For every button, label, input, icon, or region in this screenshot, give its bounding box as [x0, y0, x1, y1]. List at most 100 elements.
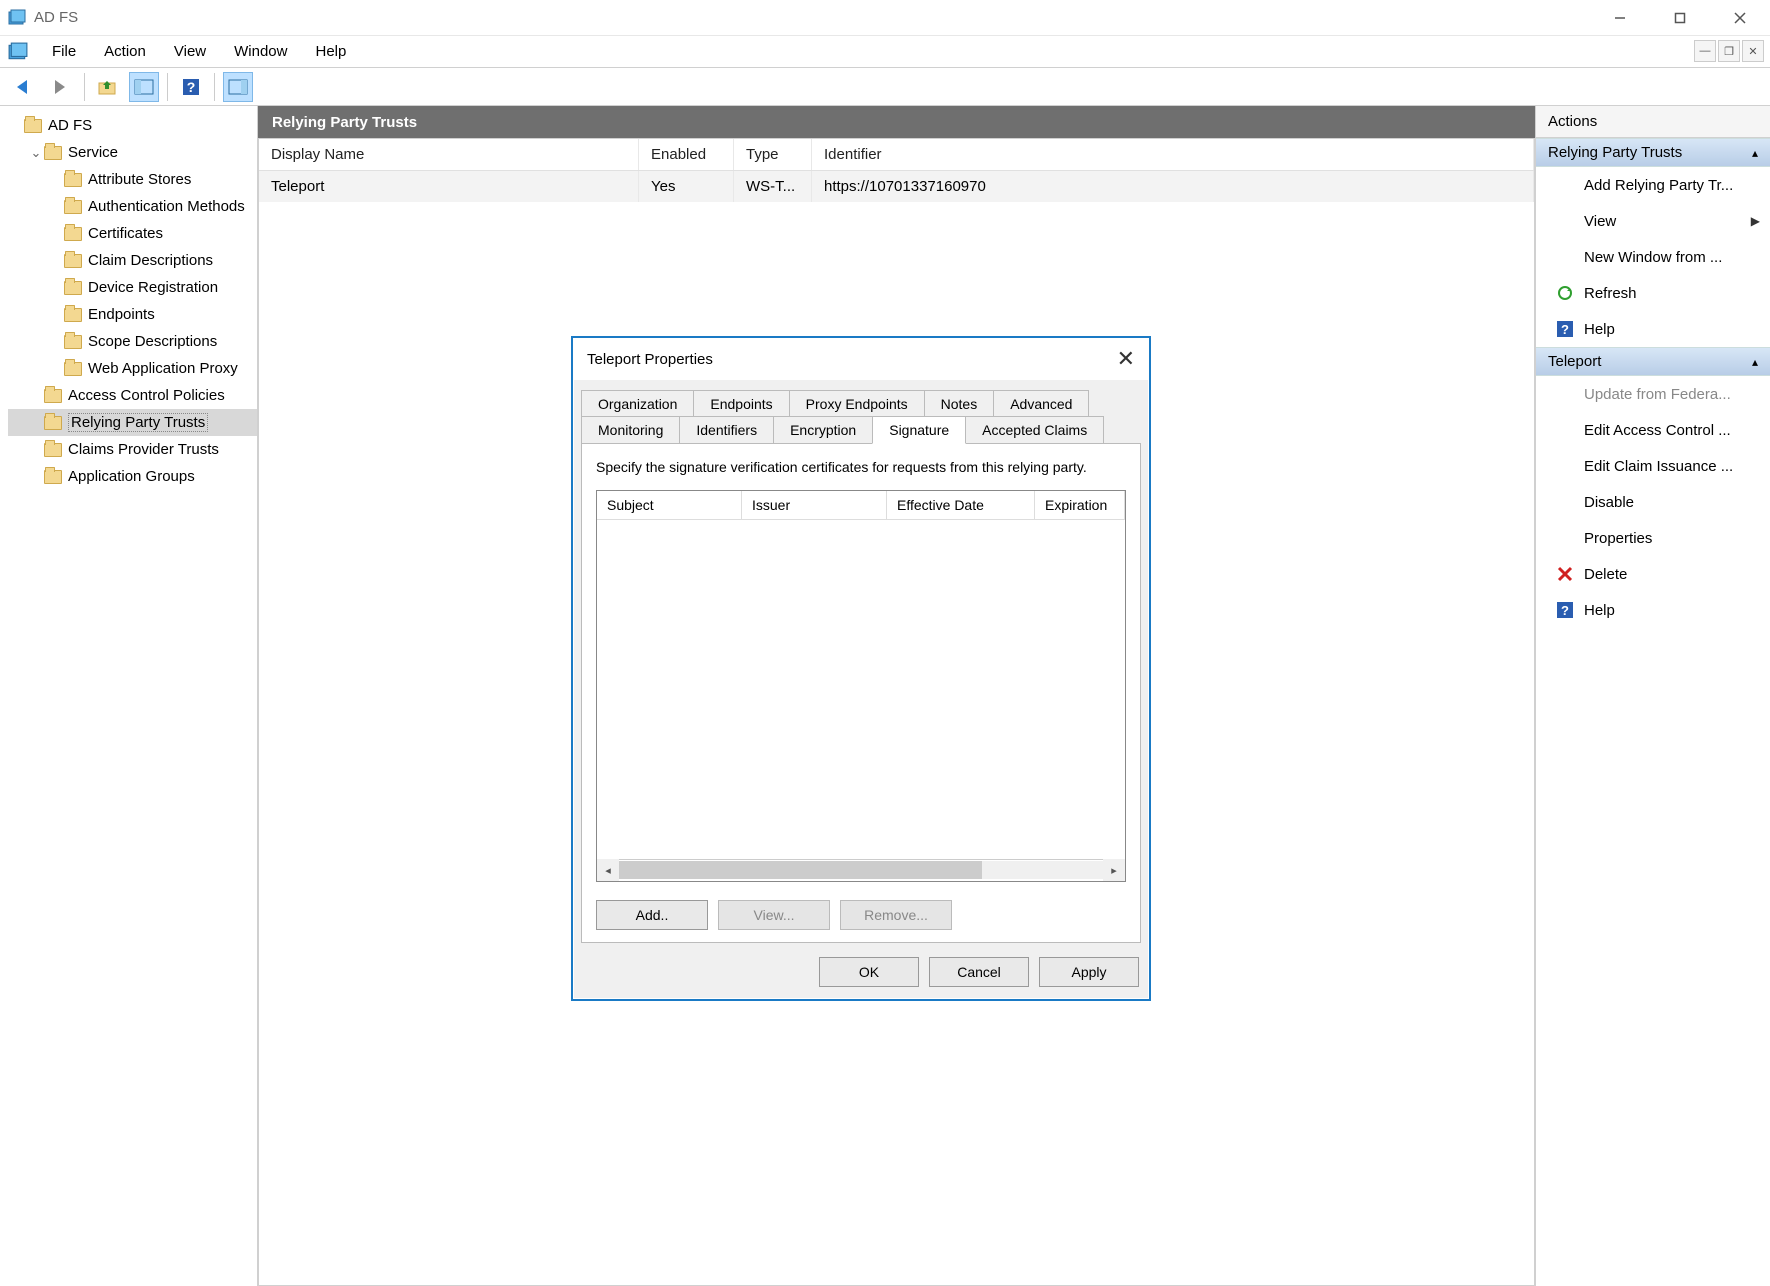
horizontal-scrollbar[interactable]: ◂ ▸	[597, 859, 1125, 881]
menu-view[interactable]: View	[160, 39, 220, 64]
col-display-name[interactable]: Display Name	[259, 139, 639, 170]
close-button[interactable]	[1710, 0, 1770, 36]
toolbar-separator	[84, 73, 85, 101]
add-cert-button[interactable]: Add..	[596, 900, 708, 930]
tree-item[interactable]: Endpoints	[8, 301, 257, 328]
action-refresh[interactable]: Refresh	[1536, 275, 1770, 311]
tree-item[interactable]: Authentication Methods	[8, 193, 257, 220]
help-button[interactable]: ?	[176, 72, 206, 102]
action-disable[interactable]: Disable	[1536, 484, 1770, 520]
maximize-button[interactable]	[1650, 0, 1710, 36]
action-edit-claim-issuance[interactable]: Edit Claim Issuance ...	[1536, 448, 1770, 484]
cell-identifier: https://10701337160970	[812, 171, 1534, 202]
svg-text:?: ?	[187, 79, 196, 95]
cell-type: WS-T...	[734, 171, 812, 202]
action-help[interactable]: ?Help	[1536, 311, 1770, 347]
tab-proxy-endpoints[interactable]: Proxy Endpoints	[789, 390, 925, 417]
collapse-icon: ▴	[1752, 146, 1758, 160]
scroll-left-button[interactable]: ◂	[597, 859, 619, 881]
folder-up-button[interactable]	[93, 72, 123, 102]
tree-label: Certificates	[88, 225, 163, 242]
action-properties[interactable]: Properties	[1536, 520, 1770, 556]
tab-notes[interactable]: Notes	[924, 390, 995, 417]
tree-label: Claim Descriptions	[88, 252, 213, 269]
tree-service[interactable]: ⌄Service	[8, 139, 257, 166]
scroll-thumb[interactable]	[619, 861, 982, 879]
forward-button[interactable]	[46, 72, 76, 102]
help-icon: ?	[1556, 320, 1574, 338]
back-button[interactable]	[10, 72, 40, 102]
col-expiration[interactable]: Expiration	[1035, 491, 1125, 519]
show-hide-tree-button[interactable]	[129, 72, 159, 102]
tab-identifiers[interactable]: Identifiers	[679, 416, 774, 443]
apply-button[interactable]: Apply	[1039, 957, 1139, 987]
menu-file[interactable]: File	[38, 39, 90, 64]
tree-label: Attribute Stores	[88, 171, 191, 188]
window-title: AD FS	[34, 9, 78, 26]
scroll-right-button[interactable]: ▸	[1103, 859, 1125, 881]
tree-label: Scope Descriptions	[88, 333, 217, 350]
tab-encryption[interactable]: Encryption	[773, 416, 873, 443]
mdi-restore-button[interactable]: ❐	[1718, 40, 1740, 62]
view-cert-button[interactable]: View...	[718, 900, 830, 930]
action-edit-access-control[interactable]: Edit Access Control ...	[1536, 412, 1770, 448]
actions-title: Actions	[1536, 106, 1770, 138]
tab-signature[interactable]: Signature	[872, 416, 966, 444]
tree-item[interactable]: Application Groups	[8, 463, 257, 490]
menubar: File Action View Window Help — ❐ ✕	[0, 36, 1770, 68]
tree-item[interactable]: Claims Provider Trusts	[8, 436, 257, 463]
tab-endpoints[interactable]: Endpoints	[693, 390, 789, 417]
tab-advanced[interactable]: Advanced	[993, 390, 1089, 417]
certificates-body	[597, 520, 1125, 859]
adfs-app-icon	[8, 42, 28, 62]
col-issuer[interactable]: Issuer	[742, 491, 887, 519]
svg-text:?: ?	[1561, 322, 1569, 337]
tree-item-relying-party-trusts[interactable]: Relying Party Trusts	[8, 409, 257, 436]
tab-accepted-claims[interactable]: Accepted Claims	[965, 416, 1104, 443]
tree-item[interactable]: Web Application Proxy	[8, 355, 257, 382]
col-enabled[interactable]: Enabled	[639, 139, 734, 170]
properties-dialog: Teleport Properties ✕ Organization Endpo…	[571, 336, 1151, 1001]
tree-label: AD FS	[48, 117, 92, 134]
menu-action[interactable]: Action	[90, 39, 160, 64]
col-type[interactable]: Type	[734, 139, 812, 170]
svg-text:?: ?	[1561, 603, 1569, 618]
remove-cert-button[interactable]: Remove...	[840, 900, 952, 930]
tree-label: Relying Party Trusts	[68, 413, 208, 432]
tree-label: Application Groups	[68, 468, 195, 485]
tree-label: Device Registration	[88, 279, 218, 296]
action-add-rpt[interactable]: Add Relying Party Tr...	[1536, 167, 1770, 203]
grid-row[interactable]: Teleport Yes WS-T... https://10701337160…	[259, 171, 1534, 202]
ok-button[interactable]: OK	[819, 957, 919, 987]
delete-icon	[1556, 565, 1574, 583]
tree-item[interactable]: Certificates	[8, 220, 257, 247]
tree-item[interactable]: Access Control Policies	[8, 382, 257, 409]
mdi-minimize-button[interactable]: —	[1694, 40, 1716, 62]
actions-section-rpt[interactable]: Relying Party Trusts▴	[1536, 138, 1770, 167]
action-new-window[interactable]: New Window from ...	[1536, 239, 1770, 275]
tab-organization[interactable]: Organization	[581, 390, 694, 417]
toolbar: ?	[0, 68, 1770, 106]
col-effective-date[interactable]: Effective Date	[887, 491, 1035, 519]
tree-root[interactable]: AD FS	[8, 112, 257, 139]
col-subject[interactable]: Subject	[597, 491, 742, 519]
show-hide-actions-button[interactable]	[223, 72, 253, 102]
tab-monitoring[interactable]: Monitoring	[581, 416, 680, 443]
tree-item[interactable]: Attribute Stores	[8, 166, 257, 193]
tree-item[interactable]: Scope Descriptions	[8, 328, 257, 355]
minimize-button[interactable]	[1590, 0, 1650, 36]
actions-section-teleport[interactable]: Teleport▴	[1536, 347, 1770, 376]
tree-label: Endpoints	[88, 306, 155, 323]
col-identifier[interactable]: Identifier	[812, 139, 1534, 170]
action-help[interactable]: ?Help	[1536, 592, 1770, 628]
tree-item[interactable]: Device Registration	[8, 274, 257, 301]
mdi-close-button[interactable]: ✕	[1742, 40, 1764, 62]
cancel-button[interactable]: Cancel	[929, 957, 1029, 987]
action-view[interactable]: View▶	[1536, 203, 1770, 239]
menu-window[interactable]: Window	[220, 39, 301, 64]
help-icon: ?	[1556, 601, 1574, 619]
dialog-close-button[interactable]: ✕	[1117, 346, 1135, 372]
action-delete[interactable]: Delete	[1536, 556, 1770, 592]
tree-item[interactable]: Claim Descriptions	[8, 247, 257, 274]
menu-help[interactable]: Help	[301, 39, 360, 64]
